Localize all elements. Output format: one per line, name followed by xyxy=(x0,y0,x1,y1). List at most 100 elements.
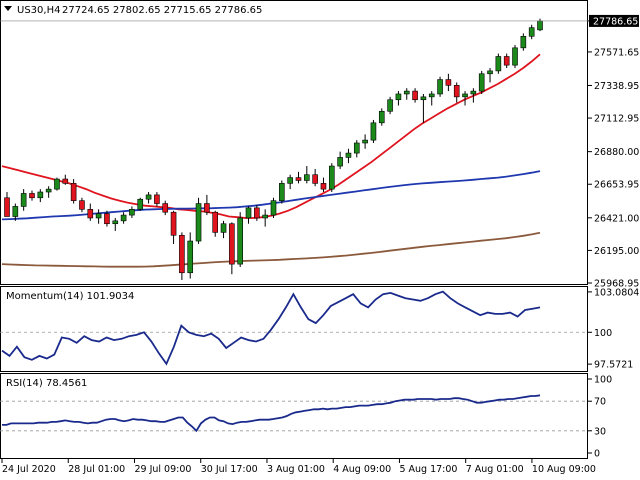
rsi-pane-frame xyxy=(0,373,588,459)
fast-moving-average xyxy=(1,53,541,219)
bear-candle-body xyxy=(212,211,219,233)
chevron-down-icon[interactable] xyxy=(4,6,12,11)
bear-candle-body xyxy=(79,200,85,210)
momentum-axis: 103.0804 100 97.5721 xyxy=(588,287,639,371)
bull-candle-body xyxy=(129,209,135,216)
bear-candle-body xyxy=(204,203,210,213)
bull-candle-body xyxy=(537,20,543,31)
bear-candle-body xyxy=(445,79,452,86)
bull-candle-body xyxy=(54,178,60,190)
bear-candle-body xyxy=(312,174,318,184)
momentum-tick-label: 97.5721 xyxy=(594,360,633,371)
bear-candle-body xyxy=(104,213,110,225)
bull-candle-body xyxy=(20,193,27,207)
bull-candle-body xyxy=(403,90,410,95)
time-tick-label: 7 Aug 01:00 xyxy=(466,464,524,475)
bull-candle-body xyxy=(187,240,194,274)
bear-candle-body xyxy=(154,194,160,204)
bull-candle-body xyxy=(237,217,243,265)
momentum-series xyxy=(1,290,541,366)
bear-candle-body xyxy=(229,223,235,265)
time-axis: 24 Jul 2020 28 Jul 01:00 29 Jul 09:00 30 Ju… xyxy=(1,459,596,475)
bull-candle-body xyxy=(45,188,52,193)
bull-candle-body xyxy=(395,93,402,101)
rsi-tick-label: 100 xyxy=(594,375,612,386)
bull-candle-body xyxy=(462,93,468,98)
rsi-grid xyxy=(0,400,588,432)
bull-candle-body xyxy=(520,36,527,49)
momentum-line xyxy=(1,290,541,366)
bull-candle-body xyxy=(512,47,518,66)
bull-candle-body xyxy=(378,110,385,124)
bear-candle-body xyxy=(62,178,69,184)
rsi-tick-label: 30 xyxy=(594,426,606,437)
bull-candle-body xyxy=(420,96,427,101)
bear-candle-body xyxy=(170,211,177,236)
bull-candle-body xyxy=(337,157,343,167)
price-tick-label: 27112.95 xyxy=(594,114,639,125)
rsi-axis: 100 70 30 0 xyxy=(588,375,612,460)
bear-candle-body xyxy=(320,183,327,190)
bull-candle-body xyxy=(328,165,335,190)
bull-candle-body xyxy=(112,220,119,225)
current-price-label: 27786.65 xyxy=(593,16,638,27)
bear-candle-body xyxy=(254,207,260,219)
time-tick-label: 3 Aug 01:00 xyxy=(267,464,325,475)
bull-candle-body xyxy=(12,206,19,217)
bear-candle-body xyxy=(503,56,510,66)
bear-candle-body xyxy=(70,183,77,201)
bull-candle-body xyxy=(370,122,377,141)
price-tick-label: 26421.00 xyxy=(594,213,639,224)
rsi-series xyxy=(2,394,541,433)
momentum-title: Momentum(14) 101.9034 xyxy=(6,291,134,302)
candlesticks xyxy=(4,18,543,280)
time-tick-label: 29 Jul 09:00 xyxy=(134,464,191,475)
bull-candle-body xyxy=(353,142,360,154)
bull-candle-body xyxy=(120,214,127,222)
chart-header: US30,H4 27724.65 27802.65 27715.65 27786… xyxy=(4,5,262,16)
rsi-tick-label: 70 xyxy=(594,397,606,408)
bull-candle-body xyxy=(304,174,310,181)
bull-candle-body xyxy=(279,183,285,201)
current-price-marker: 27786.65 xyxy=(0,14,639,27)
price-tick-label: 27338.95 xyxy=(594,81,639,92)
slow-moving-average xyxy=(1,231,541,268)
bear-candle-body xyxy=(179,234,185,274)
bear-candle-body xyxy=(4,197,10,217)
bear-candle-body xyxy=(412,90,418,101)
momentum-tick-label: 103.0804 xyxy=(594,287,639,298)
bull-candle-body xyxy=(270,200,277,216)
bull-candle-body xyxy=(495,56,502,72)
ohlc-values: 27724.65 27802.65 27715.65 27786.65 xyxy=(62,5,262,16)
bull-candle-body xyxy=(145,194,152,200)
bull-candle-body xyxy=(37,191,44,199)
bull-candle-body xyxy=(428,93,435,98)
bear-candle-body xyxy=(453,85,460,98)
bear-candle-body xyxy=(162,203,169,213)
bull-candle-body xyxy=(345,152,352,158)
rsi-line xyxy=(2,394,541,433)
bull-candle-body xyxy=(437,79,443,95)
trading-chart[interactable]: 27571.65 27338.95 27112.95 26880.00 26653.95… xyxy=(0,0,640,480)
price-pane-frame xyxy=(0,0,588,285)
bull-candle-body xyxy=(220,223,227,233)
time-tick-label: 5 Aug 17:00 xyxy=(399,464,457,475)
bear-candle-body xyxy=(87,209,94,219)
bull-candle-body xyxy=(387,99,393,112)
bull-candle-body xyxy=(287,177,293,184)
bull-candle-body xyxy=(137,198,144,210)
price-tick-label: 27571.65 xyxy=(594,47,639,58)
time-tick-label: 10 Aug 09:00 xyxy=(532,464,596,475)
bull-candle-body xyxy=(362,139,368,144)
symbol-timeframe: US30,H4 xyxy=(17,5,60,16)
time-tick-label: 28 Jul 01:00 xyxy=(68,464,125,475)
bull-candle-body xyxy=(478,73,485,92)
price-tick-label: 26653.95 xyxy=(594,180,639,191)
bear-candle-body xyxy=(295,177,302,181)
bull-candle-body xyxy=(95,213,102,219)
rsi-title: RSI(14) 78.4561 xyxy=(6,378,87,389)
rsi-tick-label: 0 xyxy=(594,449,600,460)
momentum-tick-label: 100 xyxy=(594,328,612,339)
bull-candle-body xyxy=(245,207,252,219)
bear-candle-body xyxy=(29,193,35,199)
